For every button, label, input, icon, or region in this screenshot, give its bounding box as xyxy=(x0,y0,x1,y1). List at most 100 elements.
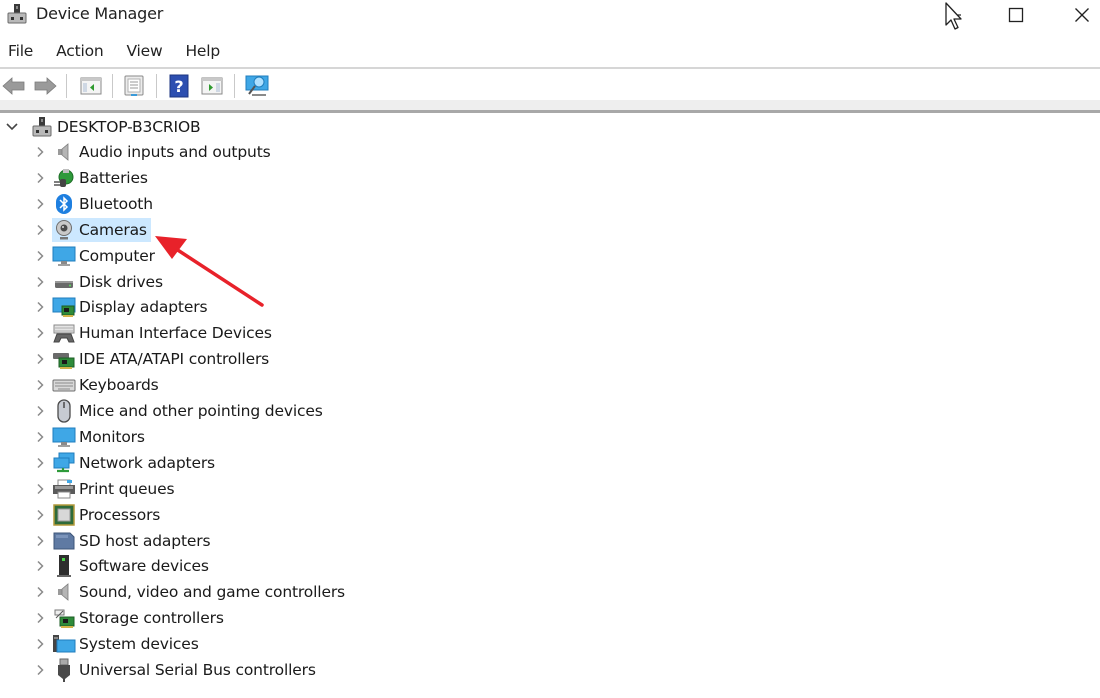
speaker-icon xyxy=(52,581,76,603)
tree-node-label: Computer xyxy=(79,246,155,265)
action-pane-button[interactable] xyxy=(199,73,225,99)
battery-icon xyxy=(52,167,76,189)
close-button[interactable] xyxy=(1059,0,1100,30)
chevron-right-icon[interactable] xyxy=(32,274,48,290)
tree-node-sound-video-and-game-controllers[interactable]: Sound, video and game controllers xyxy=(32,579,349,605)
tree-node-audio-inputs-and-outputs[interactable]: Audio inputs and outputs xyxy=(32,139,275,165)
speaker-icon xyxy=(52,141,76,163)
tree-node-sd-host-adapters[interactable]: SD host adapters xyxy=(32,528,214,554)
chevron-right-icon[interactable] xyxy=(32,170,48,186)
chevron-right-icon[interactable] xyxy=(32,377,48,393)
chevron-right-icon[interactable] xyxy=(32,636,48,652)
node-content[interactable]: Keyboards xyxy=(52,373,163,397)
chevron-right-icon[interactable] xyxy=(32,299,48,315)
tree-node-network-adapters[interactable]: Network adapters xyxy=(32,450,219,476)
svg-text:?: ? xyxy=(174,77,183,96)
tree-node-batteries[interactable]: Batteries xyxy=(32,165,152,191)
node-content[interactable]: Software devices xyxy=(52,554,213,578)
chevron-right-icon[interactable] xyxy=(32,584,48,600)
minimize-button[interactable] xyxy=(932,0,978,30)
title-bar: Device Manager xyxy=(0,0,1100,32)
ide-controller-icon xyxy=(52,348,76,370)
node-content[interactable]: Processors xyxy=(52,503,164,527)
node-content[interactable]: Disk drives xyxy=(52,270,167,294)
tree-node-ide-ata-atapi-controllers[interactable]: IDE ATA/ATAPI controllers xyxy=(32,346,273,372)
toolbar: ? xyxy=(0,70,1100,100)
chevron-right-icon[interactable] xyxy=(32,403,48,419)
forward-arrow-icon xyxy=(34,77,57,95)
sd-card-icon xyxy=(52,530,76,552)
tree-node-universal-serial-bus-controllers[interactable]: Universal Serial Bus controllers xyxy=(32,657,320,683)
selection-highlight[interactable]: Cameras xyxy=(52,217,151,242)
chevron-right-icon[interactable] xyxy=(32,610,48,626)
tree-node-processors[interactable]: Processors xyxy=(32,502,164,528)
chevron-right-icon[interactable] xyxy=(32,481,48,497)
chevron-right-icon[interactable] xyxy=(32,222,48,238)
hid-icon xyxy=(52,322,76,344)
tree-node-label: Display adapters xyxy=(79,298,208,317)
node-content[interactable]: Human Interface Devices xyxy=(52,321,276,345)
help-icon: ? xyxy=(169,74,189,98)
tree-node-label: Universal Serial Bus controllers xyxy=(79,661,316,679)
menu-help[interactable]: Help xyxy=(177,38,220,66)
chevron-right-icon[interactable] xyxy=(32,507,48,523)
console-tree-button[interactable] xyxy=(78,73,104,99)
tree-node-human-interface-devices[interactable]: Human Interface Devices xyxy=(32,320,276,346)
node-content[interactable]: IDE ATA/ATAPI controllers xyxy=(52,347,273,371)
chevron-down-icon[interactable] xyxy=(4,119,20,135)
node-content[interactable]: System devices xyxy=(52,632,203,656)
tree-node-mice-and-other-pointing-devices[interactable]: Mice and other pointing devices xyxy=(32,398,327,424)
menu-bar: File Action View Help xyxy=(0,38,1100,66)
forward-button[interactable] xyxy=(32,73,58,99)
chevron-right-icon[interactable] xyxy=(32,196,48,212)
node-content[interactable]: Sound, video and game controllers xyxy=(52,580,349,604)
node-content[interactable]: Network adapters xyxy=(52,451,219,475)
menu-file[interactable]: File xyxy=(0,38,33,66)
close-icon xyxy=(1075,8,1089,22)
node-content[interactable]: Print queues xyxy=(52,477,178,501)
tree-node-system-devices[interactable]: System devices xyxy=(32,631,203,657)
chevron-right-icon[interactable] xyxy=(32,351,48,367)
tree-node-storage-controllers[interactable]: Storage controllers xyxy=(32,605,228,631)
maximize-button[interactable] xyxy=(993,0,1039,30)
node-content[interactable]: Display adapters xyxy=(52,295,211,319)
tree-root-node[interactable]: DESKTOP-B3CRIOB xyxy=(4,114,205,140)
node-content[interactable]: Computer xyxy=(52,244,159,268)
software-device-icon xyxy=(52,555,76,578)
node-content[interactable]: Storage controllers xyxy=(52,606,228,630)
chevron-right-icon[interactable] xyxy=(32,533,48,549)
tree-node-software-devices[interactable]: Software devices xyxy=(32,553,213,579)
node-content[interactable]: SD host adapters xyxy=(52,529,214,553)
tree-node-cameras[interactable]: Cameras xyxy=(32,217,151,243)
chevron-right-icon[interactable] xyxy=(32,429,48,445)
scan-hardware-button[interactable] xyxy=(244,73,270,99)
chevron-right-icon[interactable] xyxy=(32,558,48,574)
properties-button[interactable] xyxy=(121,73,147,99)
node-content[interactable]: Batteries xyxy=(52,166,152,190)
help-button[interactable]: ? xyxy=(166,73,192,99)
menu-action[interactable]: Action xyxy=(48,38,104,66)
node-content[interactable]: Monitors xyxy=(52,425,149,449)
tree-node-keyboards[interactable]: Keyboards xyxy=(32,372,163,398)
chevron-right-icon[interactable] xyxy=(32,144,48,160)
chevron-right-icon[interactable] xyxy=(32,248,48,264)
tree-node-print-queues[interactable]: Print queues xyxy=(32,476,178,502)
tree-node-computer[interactable]: Computer xyxy=(32,243,159,269)
tree-node-bluetooth[interactable]: Bluetooth xyxy=(32,191,157,217)
chevron-right-icon[interactable] xyxy=(32,662,48,678)
menu-divider xyxy=(0,67,1100,69)
node-content[interactable]: Universal Serial Bus controllers xyxy=(52,658,320,682)
node-content[interactable]: Audio inputs and outputs xyxy=(52,140,275,164)
chevron-right-icon[interactable] xyxy=(32,325,48,341)
storage-controller-icon xyxy=(52,607,76,629)
chevron-right-icon[interactable] xyxy=(32,455,48,471)
tree-node-monitors[interactable]: Monitors xyxy=(32,424,149,450)
back-arrow-icon xyxy=(2,77,25,95)
menu-view[interactable]: View xyxy=(118,38,162,66)
tree-node-display-adapters[interactable]: Display adapters xyxy=(32,294,211,320)
node-content[interactable]: Bluetooth xyxy=(52,192,157,216)
node-content[interactable]: Mice and other pointing devices xyxy=(52,399,327,423)
printer-icon xyxy=(52,478,76,500)
back-button[interactable] xyxy=(1,73,27,99)
tree-node-disk-drives[interactable]: Disk drives xyxy=(32,269,167,295)
